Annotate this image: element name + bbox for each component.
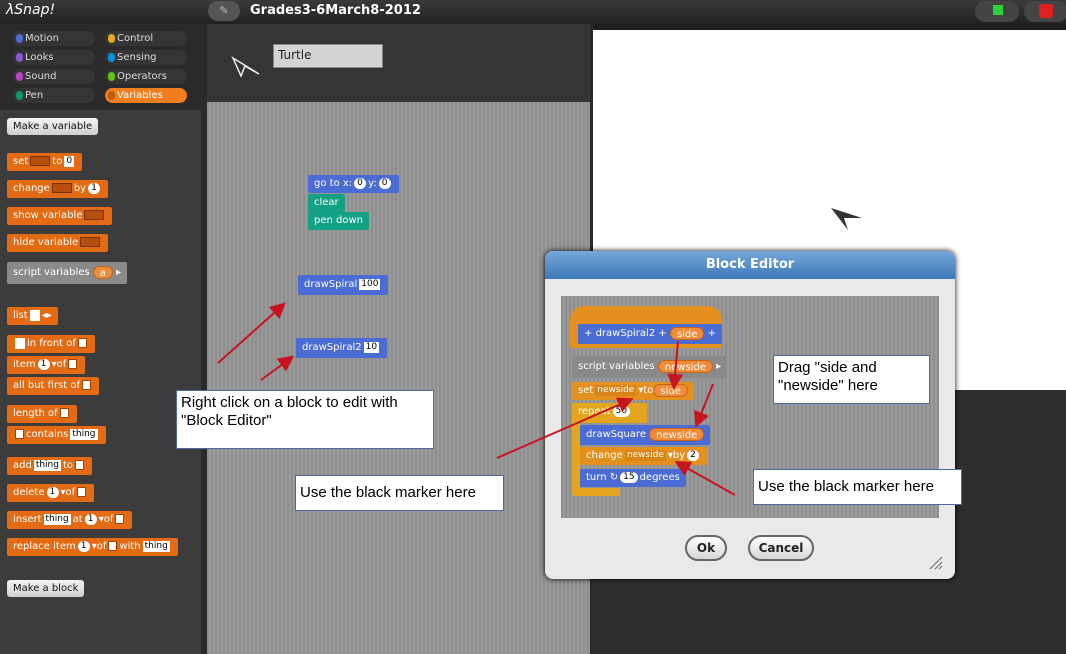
make-block-button[interactable]: Make a block (7, 580, 85, 597)
snap-logo[interactable]: λSnap! (6, 2, 55, 18)
list-block[interactable]: list ◂▸ (7, 307, 58, 325)
category-color-dot (16, 34, 23, 43)
snap-window: λSnap! ✎ Grades3-6March8-2012 Motion Con… (0, 0, 1066, 654)
pencil-icon[interactable]: ✎ (208, 1, 240, 21)
var-dropdown[interactable] (51, 183, 72, 193)
category-color-dot (108, 53, 115, 62)
category-color-dot (16, 72, 23, 81)
category-sound[interactable]: Sound (13, 69, 95, 84)
pen-down-block[interactable]: pen down (308, 212, 369, 230)
flag-icon (993, 5, 1003, 15)
param-side[interactable]: side (669, 326, 705, 340)
change-block[interactable]: change by 1 (7, 180, 109, 198)
replace-item-block[interactable]: replace item 1 ▾of with thing (7, 538, 178, 556)
category-variables[interactable]: Variables (105, 88, 187, 103)
sprite-bar (207, 24, 590, 102)
callout-drag-side: Drag "side and "newside" here (773, 355, 930, 404)
callout-right-click: Right click on a block to edit with "Blo… (176, 390, 434, 449)
set-block[interactable]: set to 0 (7, 153, 83, 171)
dialog-title[interactable]: Block Editor (545, 251, 955, 279)
editor-script-variables-block[interactable]: script variables newside ▸ (572, 356, 728, 378)
sprite-name-field[interactable]: Turtle (273, 44, 383, 68)
var-dropdown[interactable] (84, 210, 105, 220)
in-front-of-block[interactable]: in front of (7, 335, 95, 353)
item-of-block[interactable]: item 1 ▾of (7, 356, 86, 374)
category-color-dot (108, 91, 115, 100)
stop-button[interactable] (1024, 1, 1066, 22)
category-control[interactable]: Control (105, 31, 187, 46)
category-sensing[interactable]: Sensing (105, 50, 187, 65)
show-variable-block[interactable]: show variable (7, 207, 113, 225)
prototype-block[interactable]: + drawSpiral2 + side + (578, 324, 722, 344)
category-color-dot (108, 72, 115, 81)
repeat-block[interactable]: repeat 50 (572, 403, 647, 423)
turn-block[interactable]: turn ↻ 15 degrees (580, 469, 686, 487)
turtle-arrow-icon (831, 208, 862, 230)
repeat-c-arm (572, 420, 580, 490)
green-flag-button[interactable] (975, 1, 1019, 22)
resize-handle-icon[interactable] (928, 555, 944, 571)
contains-block[interactable]: contains thing (7, 426, 106, 444)
category-color-dot (108, 34, 115, 43)
category-pen[interactable]: Pen (13, 88, 95, 103)
all-but-first-block[interactable]: all but first of (7, 377, 100, 395)
editor-set-block[interactable]: set newside ▾to side (572, 382, 694, 400)
turtle-sprite-icon (231, 56, 260, 78)
cancel-button[interactable]: Cancel (748, 535, 814, 561)
category-selector: Motion Control Looks Sensing Sound Opera… (0, 24, 201, 110)
length-of-block[interactable]: length of (7, 405, 77, 423)
category-operators[interactable]: Operators (105, 69, 187, 84)
add-block[interactable]: add thing to (7, 457, 93, 475)
delete-block[interactable]: delete 1 ▾of (7, 484, 95, 502)
category-color-dot (16, 91, 23, 100)
top-bar: λSnap! ✎ Grades3-6March8-2012 (0, 0, 1066, 24)
repeat-c-bottom (572, 488, 620, 496)
category-color-dot (16, 53, 23, 62)
draw-spiral-block[interactable]: drawSpiral 100 (298, 275, 389, 295)
var-dropdown[interactable] (80, 237, 101, 247)
draw-spiral2-block[interactable]: drawSpiral2 10 (296, 338, 388, 358)
clear-block[interactable]: clear (308, 194, 345, 212)
callout-marker-right: Use the black marker here (753, 469, 962, 505)
editor-change-block[interactable]: change newside ▾by 2 (580, 447, 708, 465)
make-variable-button[interactable]: Make a variable (7, 118, 99, 135)
ok-button[interactable]: Ok (685, 535, 727, 561)
callout-marker-left: Use the black marker here (295, 475, 504, 511)
go-to-xy-block[interactable]: go to x: 0 y: 0 (308, 175, 399, 193)
script-variables-block[interactable]: script variables a ▸ (7, 262, 128, 284)
category-looks[interactable]: Looks (13, 50, 95, 65)
insert-block[interactable]: insert thing at 1 ▾of (7, 511, 133, 529)
hide-variable-block[interactable]: hide variable (7, 234, 109, 252)
project-title: Grades3-6March8-2012 (250, 3, 421, 18)
var-dropdown[interactable] (30, 156, 51, 166)
draw-square-block[interactable]: drawSquare newside (580, 425, 711, 445)
stop-icon (1039, 4, 1053, 18)
category-motion[interactable]: Motion (13, 31, 95, 46)
